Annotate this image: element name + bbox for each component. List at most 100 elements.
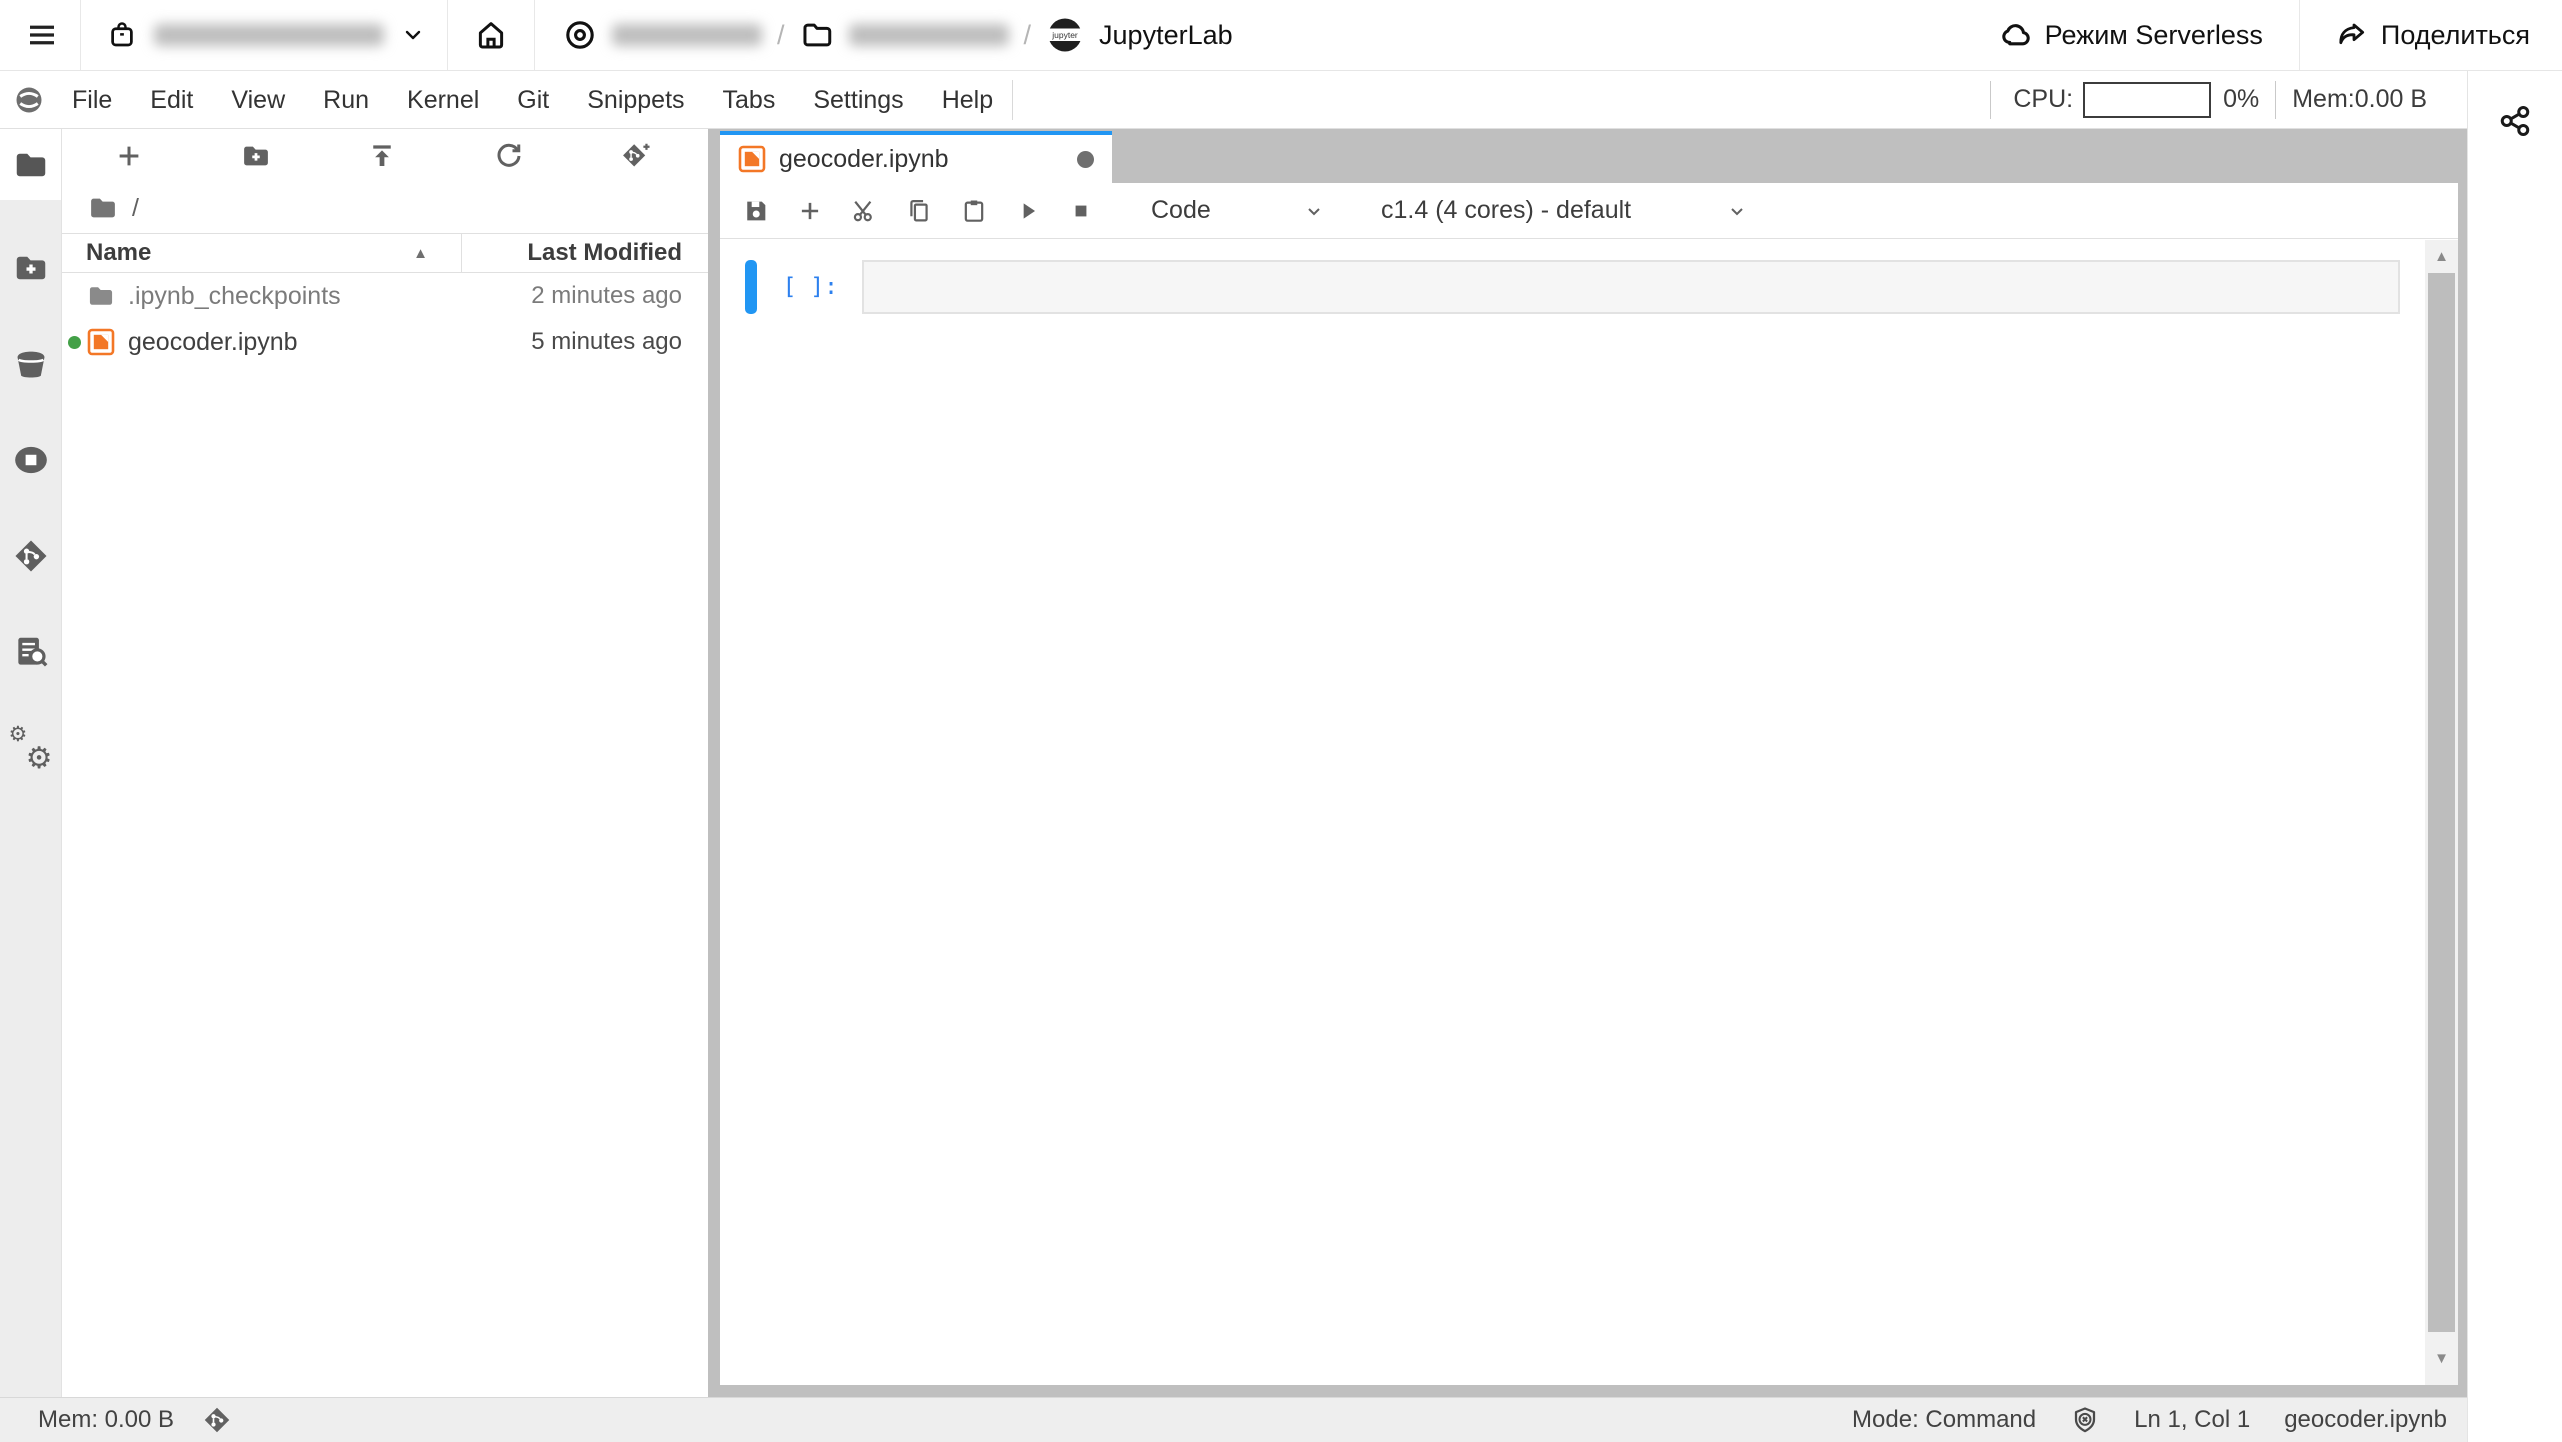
briefcase-icon — [107, 20, 137, 50]
project-switcher[interactable] — [107, 20, 425, 50]
cell-collapser[interactable] — [745, 260, 757, 314]
active-file-name[interactable]: geocoder.ipynb — [2284, 1406, 2447, 1434]
menu-help[interactable]: Help — [923, 71, 1012, 129]
menu-view[interactable]: View — [212, 71, 304, 129]
file-row-geocoder[interactable]: geocoder.ipynb 5 minutes ago — [62, 319, 708, 365]
refresh-icon — [494, 141, 524, 171]
file-name: .ipynb_checkpoints — [128, 282, 341, 311]
redacted-breadcrumb-item[interactable] — [612, 24, 762, 46]
menu-git[interactable]: Git — [498, 71, 568, 129]
menu-settings[interactable]: Settings — [794, 71, 922, 129]
upload-icon — [367, 141, 397, 171]
notebook-scrollbar[interactable]: ▲ ▼ — [2425, 240, 2458, 1385]
topbar-divider — [534, 0, 535, 70]
menu-run[interactable]: Run — [304, 71, 388, 129]
sidebar-tab-bucket[interactable] — [0, 316, 61, 412]
tab-geocoder-ipynb[interactable]: geocoder.ipynb — [720, 131, 1112, 183]
redacted-project-name — [154, 24, 384, 46]
save-button[interactable] — [742, 197, 770, 225]
serverless-mode-button[interactable]: Режим Serverless — [2000, 19, 2263, 51]
file-row-checkpoints[interactable]: .ipynb_checkpoints 2 minutes ago — [62, 273, 708, 319]
main-area: ⚙ ⚙ — [0, 129, 2467, 1397]
share-graph-button[interactable] — [2495, 101, 2535, 141]
share-label: Поделиться — [2381, 20, 2530, 51]
target-icon — [563, 18, 597, 52]
redacted-breadcrumb-item[interactable] — [849, 24, 1009, 46]
cursor-position[interactable]: Ln 1, Col 1 — [2134, 1406, 2250, 1434]
folder-icon — [800, 18, 834, 52]
home-icon — [474, 18, 508, 52]
file-browser-panel: / Name ▲ Last Modified .ipynb_checkpoint… — [62, 129, 708, 1397]
cell-editor[interactable] — [862, 260, 2400, 314]
plus-icon — [114, 141, 144, 171]
menu-edit[interactable]: Edit — [131, 71, 212, 129]
menu-file[interactable]: File — [53, 71, 131, 129]
notebook-toolbar: Code c1.4 (4 cores) - default — [720, 183, 2458, 239]
serverless-label: Режим Serverless — [2045, 20, 2263, 51]
sidebar-tab-inspector[interactable] — [0, 604, 61, 700]
sidebar-tab-settings[interactable]: ⚙ ⚙ — [0, 700, 61, 796]
name-header-label: Name — [86, 239, 151, 267]
scroll-up-icon[interactable]: ▲ — [2425, 248, 2458, 265]
kernel-select[interactable]: c1.4 (4 cores) - default — [1381, 196, 1749, 225]
cpu-label: CPU: — [2013, 85, 2073, 114]
run-icon — [1015, 198, 1041, 224]
copy-cells-button[interactable] — [905, 197, 933, 225]
cell-type-select[interactable]: Code — [1151, 196, 1326, 225]
cpu-percent: 0% — [2223, 85, 2259, 114]
status-bar: Mem: 0.00 B Mode: Command Ln 1, Col 1 ge… — [0, 1397, 2467, 1442]
run-cell-button[interactable] — [1015, 198, 1041, 224]
unsaved-changes-dot[interactable] — [1077, 151, 1094, 168]
code-cell: [ ]: — [720, 260, 2458, 314]
scroll-down-icon[interactable]: ▼ — [2425, 1350, 2458, 1367]
column-header-modified[interactable]: Last Modified — [462, 239, 708, 267]
plus-icon — [797, 198, 823, 224]
home-button[interactable] — [474, 18, 508, 52]
notebook-icon — [738, 145, 766, 173]
top-bar: / / jupyter JupyterLab Режим Serverless … — [0, 0, 2562, 71]
stop-circle-icon — [12, 441, 50, 479]
trust-shield-icon[interactable] — [2070, 1405, 2100, 1435]
folder-icon — [88, 193, 118, 223]
menu-tabs[interactable]: Tabs — [704, 71, 795, 129]
stop-kernel-button[interactable] — [1068, 198, 1094, 224]
upload-button[interactable] — [367, 141, 397, 171]
scissors-icon — [850, 197, 878, 225]
notebook-content: [ ]: — [720, 239, 2458, 1385]
file-modified: 5 minutes ago — [298, 328, 708, 356]
sidebar-tab-new-folder[interactable] — [0, 220, 61, 316]
notebook-icon — [87, 328, 115, 356]
gear-icon: ⚙ — [26, 744, 53, 774]
paste-cells-button[interactable] — [960, 197, 988, 225]
git-clone-button[interactable] — [620, 140, 652, 172]
git-plus-icon — [620, 140, 652, 172]
file-browser-breadcrumb[interactable]: / — [62, 183, 708, 233]
hamburger-menu-button[interactable] — [26, 19, 58, 51]
activity-bar: ⚙ ⚙ — [0, 129, 62, 1397]
notebook-dock: geocoder.ipynb — [708, 129, 2467, 1397]
column-header-name[interactable]: Name ▲ — [62, 234, 462, 272]
share-arrow-icon — [2336, 19, 2368, 51]
refresh-button[interactable] — [494, 141, 524, 171]
cloud-icon — [2000, 19, 2032, 51]
sidebar-tab-git[interactable] — [0, 508, 61, 604]
file-browser-toolbar — [62, 129, 708, 183]
mode-indicator[interactable]: Mode: Command — [1852, 1406, 2036, 1434]
mem-indicator: Mem:0.00 B — [2292, 85, 2427, 114]
git-icon — [12, 537, 50, 575]
menu-snippets[interactable]: Snippets — [568, 71, 703, 129]
menu-kernel[interactable]: Kernel — [388, 71, 498, 129]
add-cell-button[interactable] — [797, 198, 823, 224]
scrollbar-thumb[interactable] — [2428, 273, 2455, 1332]
chevron-down-icon — [401, 23, 425, 47]
sidebar-tab-file-browser[interactable] — [0, 129, 61, 200]
breadcrumb-separator: / — [777, 20, 785, 51]
cut-cells-button[interactable] — [850, 197, 878, 225]
mem-status: Mem: 0.00 B — [38, 1406, 174, 1434]
new-launcher-button[interactable] — [114, 141, 144, 171]
new-folder-button[interactable] — [241, 141, 271, 171]
share-button[interactable]: Поделиться — [2336, 19, 2530, 51]
dock-tab-bar: geocoder.ipynb — [708, 129, 2467, 183]
sidebar-tab-running[interactable] — [0, 412, 61, 508]
git-icon[interactable] — [202, 1405, 232, 1435]
